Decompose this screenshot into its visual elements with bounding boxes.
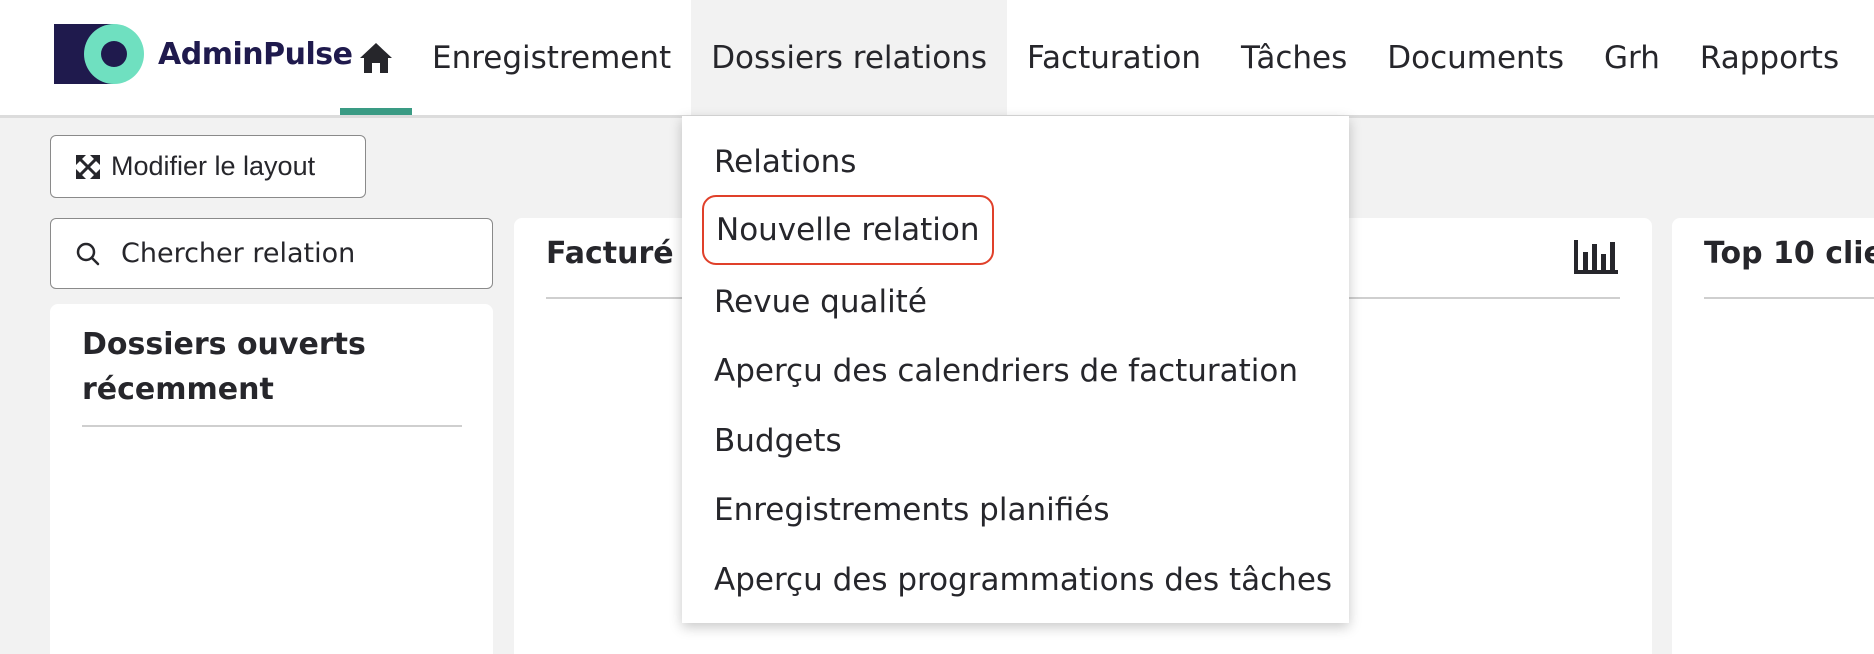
top10-panel: Top 10 clier xyxy=(1672,218,1874,654)
nav-grh[interactable]: Grh xyxy=(1584,0,1680,115)
dossiers-relations-menu: Relations Nouvelle relation Revue qualit… xyxy=(682,116,1349,623)
divider xyxy=(1704,297,1874,299)
modify-layout-button[interactable]: Modifier le layout xyxy=(50,135,366,198)
logo-mark xyxy=(54,24,144,84)
nav-home[interactable] xyxy=(340,0,412,115)
menu-item-relations[interactable]: Relations xyxy=(714,140,856,184)
logo-text: AdminPulse xyxy=(158,36,353,72)
expand-arrows-icon xyxy=(75,154,101,179)
main-nav: Enregistrement Dossiers relations Factur… xyxy=(340,0,1859,115)
divider xyxy=(82,425,462,427)
relation-search xyxy=(50,218,493,289)
nav-rapports[interactable]: Rapports xyxy=(1680,0,1859,115)
recent-files-title: Dossiers ouverts récemment xyxy=(82,327,366,407)
menu-item-revue-qualite[interactable]: Revue qualité xyxy=(714,280,927,324)
nav-enregistrement[interactable]: Enregistrement xyxy=(412,0,691,115)
home-icon xyxy=(360,42,392,73)
search-icon xyxy=(76,242,100,265)
recent-files-panel: Dossiers ouverts récemment xyxy=(50,304,493,654)
nav-taches[interactable]: Tâches xyxy=(1221,0,1367,115)
active-underline xyxy=(340,108,412,115)
app-logo[interactable]: AdminPulse xyxy=(54,24,353,84)
nav-documents[interactable]: Documents xyxy=(1367,0,1584,115)
menu-item-budgets[interactable]: Budgets xyxy=(714,419,842,463)
bar-chart-icon[interactable] xyxy=(1572,236,1620,276)
invoiced-title: Facturé c xyxy=(546,236,702,271)
top10-title: Top 10 clier xyxy=(1704,236,1874,271)
menu-item-enregistrements-planifies[interactable]: Enregistrements planifiés xyxy=(714,488,1109,532)
modify-layout-label: Modifier le layout xyxy=(111,151,316,181)
top-navigation-bar: AdminPulse Enregistrement Dossiers relat… xyxy=(0,0,1874,118)
menu-item-apercu-programmations-taches[interactable]: Aperçu des programmations des tâches xyxy=(714,558,1332,602)
menu-item-apercu-calendriers-facturation[interactable]: Aperçu des calendriers de facturation xyxy=(714,349,1298,393)
menu-item-nouvelle-relation[interactable]: Nouvelle relation xyxy=(702,195,994,265)
nav-facturation[interactable]: Facturation xyxy=(1007,0,1221,115)
search-relation-input[interactable] xyxy=(121,238,461,269)
nav-dossiers-relations[interactable]: Dossiers relations xyxy=(691,0,1008,115)
